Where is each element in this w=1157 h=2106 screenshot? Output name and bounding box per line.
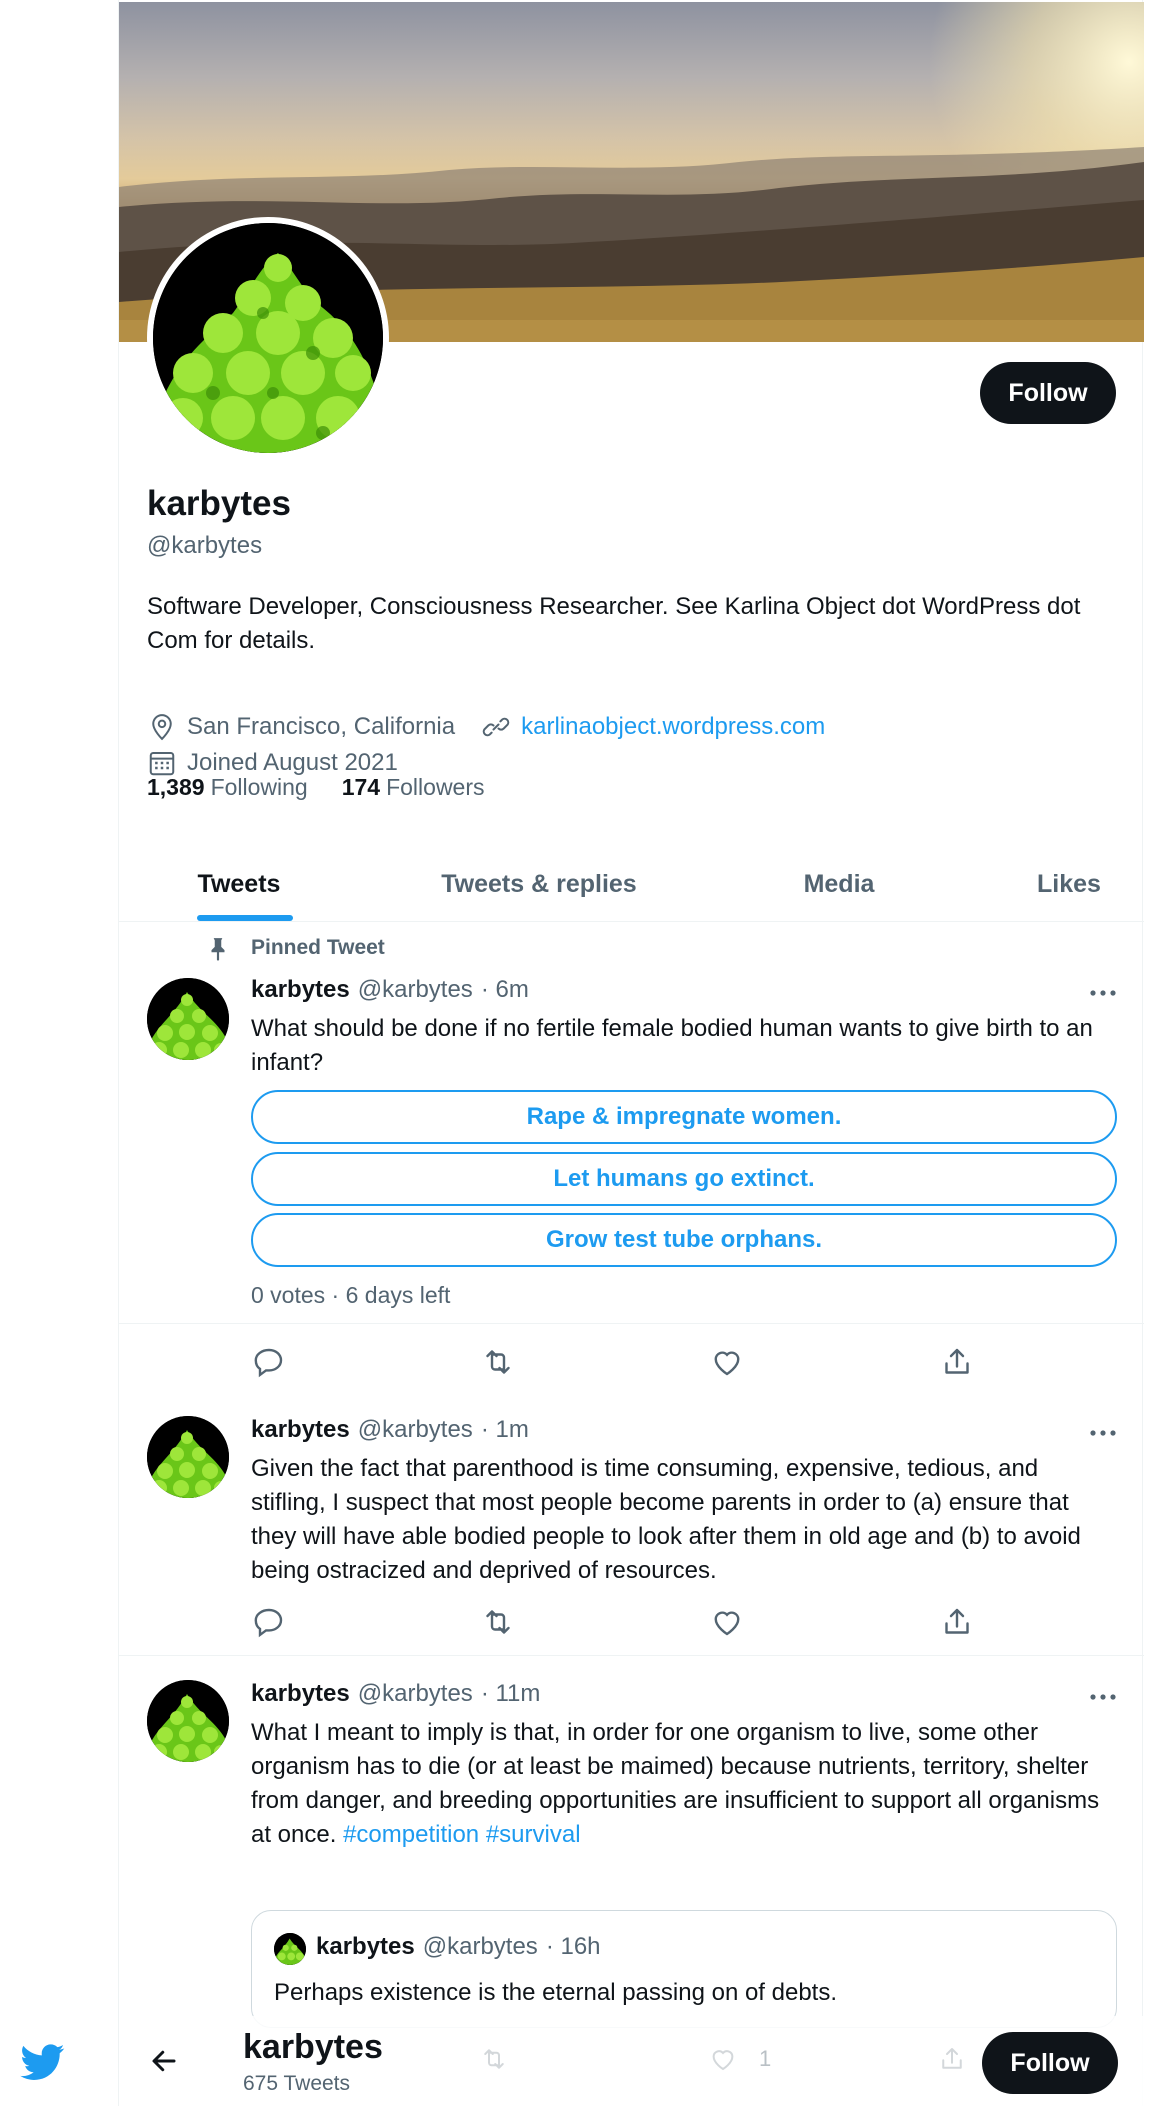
tweet-actions bbox=[251, 1344, 1117, 1380]
poll-meta: 0 votes · 6 days left bbox=[251, 1282, 451, 1308]
profile-avatar[interactable] bbox=[147, 217, 389, 459]
profile-website-link[interactable]: karlinaobject.wordpress.com bbox=[521, 713, 825, 741]
sticky-profile-name: karbytes bbox=[243, 2028, 383, 2066]
poll-option[interactable]: Rape & impregnate women. bbox=[251, 1090, 1117, 1144]
share-icon bbox=[942, 2048, 962, 2069]
tweet-actions bbox=[251, 1604, 1117, 1640]
profile-tabs: Tweets Tweets & replies Media Likes bbox=[119, 846, 1144, 922]
tweet-pinned[interactable]: Pinned Tweet karbytes @karbytes · 6m Wha… bbox=[119, 922, 1144, 1378]
quoted-text: Perhaps existence is the eternal passing… bbox=[274, 1979, 838, 2006]
profile-meta-row: San Francisco, California karlinaobject.… bbox=[147, 712, 825, 742]
follow-button[interactable]: Follow bbox=[982, 2032, 1118, 2094]
tweet-text: Given the fact that parenthood is time c… bbox=[251, 1455, 1081, 1584]
quoted-avatar bbox=[274, 1933, 306, 1965]
quoted-author-handle: @karbytes bbox=[422, 1933, 538, 1960]
tweet-author-name[interactable]: karbytes bbox=[251, 1680, 350, 1708]
sticky-tweet-count: 675 Tweets bbox=[243, 2072, 351, 2095]
profile-joined: Joined August 2021 bbox=[187, 749, 398, 776]
sticky-profile-bar: karbytes 675 Tweets 1 Follow bbox=[119, 2016, 1144, 2106]
hashtag-link[interactable]: #survival bbox=[486, 1821, 581, 1848]
tweet-text: What I meant to imply is that, in order … bbox=[251, 1719, 1100, 1848]
profile-location: San Francisco, California bbox=[187, 713, 456, 740]
tweet-author-name[interactable]: karbytes bbox=[251, 976, 350, 1004]
poll-option[interactable]: Grow test tube orphans. bbox=[251, 1213, 1117, 1267]
share-icon[interactable] bbox=[939, 1344, 975, 1380]
tweet-avatar[interactable] bbox=[147, 1680, 229, 1762]
tweet-time[interactable]: · 6m bbox=[481, 976, 529, 1004]
like-count: 1 bbox=[759, 2046, 772, 2071]
active-tab-indicator bbox=[197, 915, 293, 921]
tweet-header: karbytes @karbytes · 11m bbox=[251, 1680, 540, 1708]
tweet-avatar[interactable] bbox=[147, 1416, 229, 1498]
tweet-author-handle[interactable]: @karbytes bbox=[358, 1416, 473, 1444]
tweet-author-handle[interactable]: @karbytes bbox=[358, 976, 473, 1004]
follow-button[interactable]: Follow bbox=[980, 362, 1116, 424]
followers-link[interactable]: 174 Followers bbox=[342, 774, 485, 801]
tweet-header: karbytes @karbytes · 6m bbox=[251, 976, 529, 1004]
share-icon[interactable] bbox=[939, 1604, 975, 1640]
back-arrow-icon[interactable] bbox=[147, 2046, 181, 2076]
quoted-time: · 16h bbox=[545, 1933, 601, 1960]
quoted-header: karbytes @karbytes · 16h bbox=[316, 1933, 601, 1961]
profile-name: karbytes bbox=[147, 484, 291, 523]
tweet-avatar[interactable] bbox=[147, 978, 229, 1060]
pinned-label: Pinned Tweet bbox=[251, 936, 385, 959]
profile-column: Follow karbytes @karbytes Software Devel… bbox=[118, 0, 1144, 2106]
more-icon[interactable] bbox=[1088, 988, 1118, 998]
follow-stats: 1,389 Following 174 Followers bbox=[147, 774, 485, 801]
pin-icon bbox=[211, 938, 225, 961]
twitter-bird-icon[interactable] bbox=[18, 2040, 68, 2084]
poll-option[interactable]: Let humans go extinct. bbox=[251, 1152, 1117, 1206]
tweet-author-name[interactable]: karbytes bbox=[251, 1416, 350, 1444]
hashtag-link[interactable]: #competition bbox=[343, 1821, 479, 1848]
tweet-time[interactable]: · 1m bbox=[481, 1416, 529, 1444]
profile-handle: @karbytes bbox=[147, 532, 263, 559]
quoted-tweet[interactable]: karbytes @karbytes · 16h Perhaps existen… bbox=[251, 1910, 1117, 2028]
tab-tweets[interactable]: Tweets bbox=[169, 846, 309, 922]
tab-tweets-replies[interactable]: Tweets & replies bbox=[419, 846, 659, 922]
more-icon[interactable] bbox=[1088, 1428, 1118, 1438]
following-link[interactable]: 1,389 Following bbox=[147, 774, 308, 801]
reply-icon[interactable] bbox=[251, 1604, 287, 1640]
tab-media[interactable]: Media bbox=[769, 846, 909, 922]
tweet-author-handle[interactable]: @karbytes bbox=[358, 1680, 473, 1708]
heart-icon[interactable] bbox=[709, 1604, 745, 1640]
left-rail bbox=[0, 0, 118, 2106]
link-icon bbox=[482, 717, 510, 737]
tab-likes[interactable]: Likes bbox=[999, 846, 1139, 922]
retweet-icon[interactable] bbox=[480, 1344, 516, 1380]
profile-bio: Software Developer, Consciousness Resear… bbox=[147, 593, 1081, 654]
retweet-icon bbox=[484, 2049, 504, 2069]
heart-icon[interactable] bbox=[709, 1344, 745, 1380]
reply-icon[interactable] bbox=[251, 1344, 287, 1380]
more-icon[interactable] bbox=[1088, 1692, 1118, 1702]
quoted-author-name: karbytes bbox=[316, 1933, 415, 1960]
tweet-header: karbytes @karbytes · 1m bbox=[251, 1416, 529, 1444]
tweet[interactable]: karbytes @karbytes · 1m Given the fact t… bbox=[119, 1390, 1144, 1656]
retweet-icon[interactable] bbox=[480, 1604, 516, 1640]
location-pin-icon bbox=[152, 714, 172, 741]
tweet-time[interactable]: · 11m bbox=[481, 1680, 541, 1708]
heart-icon bbox=[712, 2050, 734, 2071]
tweet-text: What should be done if no fertile female… bbox=[251, 1015, 1093, 1076]
